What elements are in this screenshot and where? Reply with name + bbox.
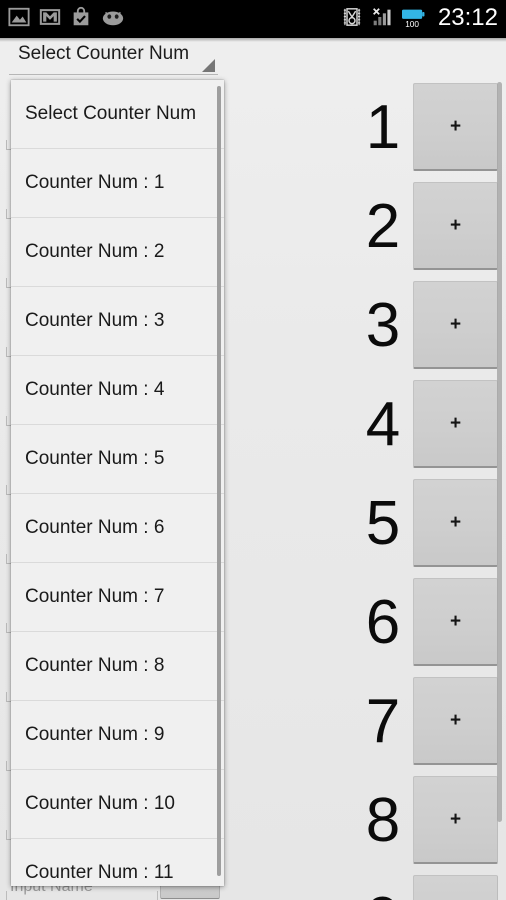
dropdown-item[interactable]: Counter Num : 6	[11, 494, 224, 563]
status-bar-left-icons	[8, 6, 125, 33]
dropdown-scrollbar[interactable]	[217, 86, 221, 876]
dropdown-item[interactable]: Counter Num : 8	[11, 632, 224, 701]
battery-icon: 100	[400, 6, 426, 33]
counter-num-dropdown-popup: Select Counter Num Counter Num : 1 Count…	[11, 80, 224, 886]
status-bar-clock: 23:12	[437, 4, 498, 31]
counter-row: 3 +	[355, 276, 506, 375]
counter-row: 9 +	[355, 870, 506, 900]
status-bar-right-icons: 100 23:12	[342, 4, 498, 34]
counter-number: 2	[365, 191, 401, 261]
counter-rows-list: 1 + 2 + 3 + 4 + 5 + 6 + 7 + 8 +	[355, 78, 506, 900]
counter-number: 6	[365, 587, 401, 657]
increment-button[interactable]: +	[413, 83, 498, 171]
dropdown-item[interactable]: Counter Num : 4	[11, 356, 224, 425]
counter-number: 1	[365, 92, 401, 162]
increment-button[interactable]: +	[413, 677, 498, 765]
counter-row: 1 +	[355, 78, 506, 177]
increment-button[interactable]: +	[413, 479, 498, 567]
counter-row: 5 +	[355, 474, 506, 573]
dropdown-item[interactable]: Counter Num : 10	[11, 770, 224, 839]
increment-button[interactable]: +	[413, 776, 498, 864]
counter-row: 7 +	[355, 672, 506, 771]
dropdown-triangle-icon	[202, 59, 215, 72]
counter-number: 4	[365, 389, 401, 459]
increment-button[interactable]: +	[413, 380, 498, 468]
increment-button[interactable]: +	[413, 875, 498, 900]
dropdown-item[interactable]: Counter Num : 3	[11, 287, 224, 356]
dropdown-item[interactable]: Select Counter Num	[11, 80, 224, 149]
battery-level-text: 100	[405, 20, 419, 28]
counter-number: 8	[365, 785, 401, 855]
alarm-ringer-icon	[342, 6, 362, 33]
increment-button[interactable]: +	[413, 182, 498, 270]
counter-row: 8 +	[355, 771, 506, 870]
dropdown-item[interactable]: Counter Num : 7	[11, 563, 224, 632]
dropdown-item[interactable]: Counter Num : 11	[11, 839, 224, 886]
dropdown-item[interactable]: Counter Num : 5	[11, 425, 224, 494]
dropdown-item[interactable]: Counter Num : 2	[11, 218, 224, 287]
increment-button[interactable]: +	[413, 281, 498, 369]
android-head-icon	[101, 6, 125, 33]
counter-number: 3	[365, 290, 401, 360]
counter-num-spinner[interactable]: Select Counter Num	[9, 40, 218, 75]
play-store-icon	[70, 6, 92, 33]
gmail-icon	[39, 6, 61, 33]
counter-number: 5	[365, 488, 401, 558]
increment-button[interactable]: +	[413, 578, 498, 666]
app-screen: 100 23:12 Select Counter Num Input Name …	[0, 0, 506, 900]
counter-number: 9	[355, 870, 411, 900]
dropdown-item[interactable]: Counter Num : 9	[11, 701, 224, 770]
signal-bars-icon	[370, 6, 392, 33]
gallery-icon	[8, 6, 30, 33]
counter-row: 4 +	[355, 375, 506, 474]
counter-list-scrollbar[interactable]	[497, 82, 502, 822]
dropdown-item[interactable]: Counter Num : 1	[11, 149, 224, 218]
status-bar: 100 23:12	[0, 0, 506, 38]
counter-row: 2 +	[355, 177, 506, 276]
spinner-selected-label: Select Counter Num	[18, 43, 190, 64]
counter-row: 6 +	[355, 573, 506, 672]
counter-number: 7	[365, 686, 401, 756]
